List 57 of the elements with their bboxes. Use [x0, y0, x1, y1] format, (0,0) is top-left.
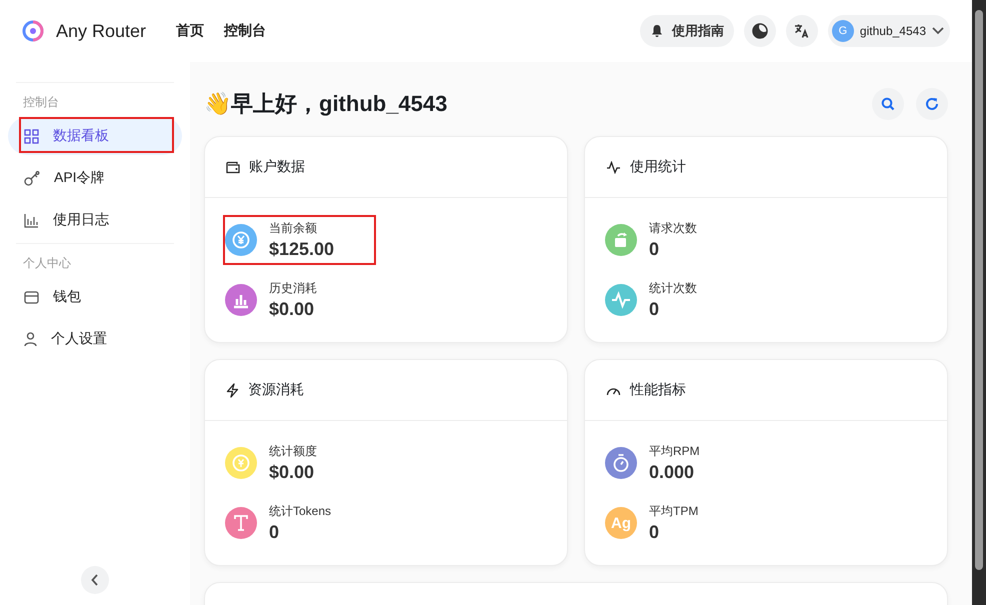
sidebar-item[interactable]: 使用日志 — [8, 201, 182, 239]
refresh-icon — [925, 97, 939, 111]
moon-icon — [752, 23, 768, 39]
user-avatar: G — [832, 20, 854, 42]
refresh-button[interactable] — [916, 88, 948, 120]
chevron-down-icon — [932, 27, 944, 35]
card-icon — [24, 290, 39, 304]
search-icon — [881, 97, 895, 111]
greeting-heading: 👋早上好，github_4543 — [204, 90, 448, 118]
stat-icon: Ag — [605, 507, 637, 539]
stat-value: $0.00 — [269, 299, 316, 320]
brand-name: Any Router — [56, 20, 146, 42]
search-button[interactable] — [872, 88, 904, 120]
stat-value: 0.000 — [649, 462, 696, 483]
stat-value: 0 — [649, 299, 660, 320]
wallet-icon — [226, 160, 240, 174]
stat-label: 历史消耗 — [269, 280, 317, 297]
nav-link[interactable]: 首页 — [176, 22, 204, 40]
card-title: 资源消耗 — [248, 381, 304, 399]
theme-toggle-button[interactable] — [744, 15, 776, 47]
sidebar-item[interactable]: API令牌 — [8, 159, 182, 197]
user-menu-button[interactable]: G github_4543 — [828, 15, 950, 47]
guide-button[interactable]: 使用指南 — [640, 15, 734, 47]
stat-label: 平均TPM — [649, 503, 698, 520]
card-title: 账户数据 — [249, 158, 305, 176]
sidebar-section-title: 个人中心 — [22, 255, 72, 272]
sidebar-item[interactable]: 个人设置 — [8, 320, 182, 358]
user-icon — [24, 332, 37, 346]
scrollbar[interactable] — [972, 0, 986, 605]
pulse-icon — [606, 160, 621, 174]
stat-label: 统计次数 — [649, 280, 697, 297]
bell-icon — [650, 24, 664, 38]
lightning-icon — [226, 382, 239, 398]
bar-chart-icon — [24, 212, 39, 228]
grid-icon — [24, 128, 39, 144]
stat-label: 统计Tokens — [269, 503, 332, 520]
logo-icon — [22, 20, 44, 42]
translate-icon — [794, 23, 810, 39]
language-button[interactable] — [786, 15, 818, 47]
stat-value: 0 — [269, 522, 280, 543]
stat-label: 平均RPM — [649, 443, 700, 460]
stat-label: 当前余额 — [269, 220, 318, 237]
stat-value: $125.00 — [269, 239, 334, 260]
stat-value: 0 — [649, 239, 660, 260]
sidebar-section-title: 控制台 — [22, 94, 60, 111]
card-title: 使用统计 — [630, 158, 686, 176]
collapse-sidebar-button[interactable] — [81, 566, 109, 594]
chevron-left-icon — [91, 574, 99, 586]
stat-value: $0.00 — [269, 462, 316, 483]
nav-link[interactable]: 控制台 — [224, 22, 266, 40]
card-title: 性能指标 — [630, 381, 686, 399]
sidebar-item[interactable]: 数据看板 — [8, 117, 182, 155]
stat-label: 请求次数 — [649, 220, 697, 237]
stat-value: 0 — [649, 522, 660, 543]
key-icon — [24, 170, 40, 186]
stat-label: 统计额度 — [269, 443, 317, 460]
sidebar-item[interactable]: 钱包 — [8, 278, 182, 316]
